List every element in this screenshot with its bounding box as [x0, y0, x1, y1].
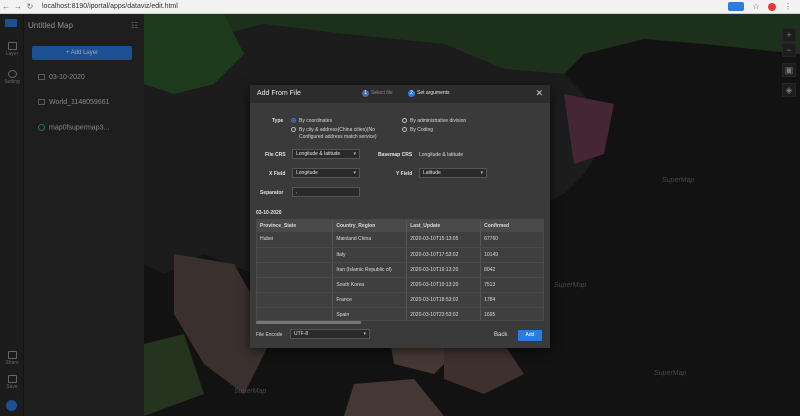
extension-icon[interactable] — [728, 2, 744, 11]
table-cell — [257, 277, 334, 293]
file-encode-label: File Encode — [256, 332, 283, 338]
add-button[interactable]: Add — [518, 330, 542, 341]
table-cell: 2020-03-10T23:53:02 — [406, 307, 482, 320]
step-set-arguments: 2 Set arguments — [408, 90, 450, 97]
horizontal-scrollbar[interactable] — [256, 321, 361, 324]
table-cell: 7513 — [480, 277, 543, 293]
table-row: France 2020-03-10T18:53:02 1784 — [257, 292, 543, 308]
dialog-header: Add From File 1 Select file 2 Set argument… — [250, 85, 550, 103]
star-icon[interactable]: ☆ — [750, 2, 762, 11]
reload-icon[interactable]: ↻ — [24, 2, 36, 11]
table-cell: Hubei — [257, 232, 334, 248]
menu-dots-icon[interactable]: ⋮ — [782, 2, 794, 11]
column-header: Province_State — [257, 220, 334, 232]
file-encode-select[interactable]: UTF-8 ▾ — [290, 329, 370, 339]
column-header: Confirmed — [480, 220, 543, 232]
radio-by-city-address-label: By city & address(China cities)(No — [299, 127, 375, 133]
add-from-file-dialog: Add From File 1 Select file 2 Set argument… — [250, 85, 550, 348]
file-crs-select[interactable]: Longitude & latitude ▾ — [292, 149, 360, 159]
table-row: Iran (Islamic Republic of) 2020-03-10T19… — [257, 262, 543, 278]
radio-by-coordinates[interactable] — [291, 118, 296, 123]
user-avatar-icon[interactable] — [768, 2, 776, 11]
dialog-title: Add From File — [257, 90, 301, 97]
separator-input[interactable]: , — [292, 187, 360, 197]
browser-toolbar: ← → ↻ localhost:8190/iportal/apps/datavi… — [0, 0, 800, 14]
separator-label: Separator — [260, 190, 284, 196]
column-header: Country_Region — [332, 220, 408, 232]
y-field-select[interactable]: Latitude ▾ — [419, 168, 487, 178]
table-cell: 2020-03-10T19:13:20 — [406, 277, 482, 293]
x-field-label: X Field — [269, 171, 286, 177]
step-select-file: 1 Select file — [362, 90, 393, 97]
table-cell — [257, 247, 334, 263]
file-name-label: 03-10-2020 — [256, 210, 282, 216]
chevron-down-icon: ▾ — [353, 170, 356, 176]
basemap-crs-label: Basemap CRS — [378, 152, 413, 158]
table-cell — [257, 262, 334, 278]
radio-by-coding[interactable] — [402, 127, 407, 132]
close-icon[interactable]: ✕ — [535, 88, 543, 99]
file-crs-label: File CRS — [265, 152, 286, 158]
column-header: Last_Update — [406, 220, 482, 232]
table-cell: 10149 — [480, 247, 543, 263]
back-arrow-icon[interactable]: ← — [0, 2, 12, 11]
table-row: Hubei Mainland China 2020-03-10T15:13:05… — [257, 232, 543, 248]
chevron-down-icon: ▾ — [363, 331, 366, 337]
x-field-select[interactable]: Longitude ▾ — [292, 168, 360, 178]
table-cell: 2020-03-10T15:13:05 — [406, 232, 482, 248]
table-cell — [257, 307, 334, 320]
table-header-row: Province_State Country_Region Last_Updat… — [257, 220, 543, 232]
basemap-crs-value: Longitude & latitude — [419, 152, 464, 158]
radio-by-admin-division-label: By administrative division — [410, 118, 467, 124]
y-field-label: Y Field — [396, 171, 413, 177]
table-row: Spain 2020-03-10T23:53:02 1695 — [257, 307, 543, 320]
chevron-down-icon: ▾ — [480, 170, 483, 176]
table-row: Italy 2020-03-10T17:53:02 10149 — [257, 247, 543, 263]
table-row: South Korea 2020-03-10T19:13:20 7513 — [257, 277, 543, 293]
table-cell: 8042 — [480, 262, 543, 278]
table-cell: 1695 — [480, 307, 543, 320]
radio-by-city-address-label-2: Configured address match service) — [299, 134, 377, 140]
table-cell: Italy — [332, 247, 408, 263]
table-cell: South Korea — [332, 277, 408, 293]
radio-by-city-address[interactable] — [291, 127, 296, 132]
table-cell: 2020-03-10T17:53:02 — [406, 247, 482, 263]
forward-arrow-icon[interactable]: → — [12, 2, 24, 11]
chevron-down-icon: ▾ — [353, 151, 356, 157]
table-cell: 67760 — [480, 232, 543, 248]
radio-by-coding-label: By Coding — [410, 127, 434, 133]
table-cell: Iran (Islamic Republic of) — [332, 262, 408, 278]
radio-by-coordinates-label: By coordinates — [299, 118, 333, 124]
table-cell: 1784 — [480, 292, 543, 308]
table-cell: 2020-03-10T18:53:02 — [406, 292, 482, 308]
back-button[interactable]: Back — [494, 332, 507, 338]
table-cell: 2020-03-10T19:13:20 — [406, 262, 482, 278]
address-bar[interactable]: localhost:8190/iportal/apps/dataviz/edit… — [42, 3, 178, 10]
preview-table: Province_State Country_Region Last_Updat… — [256, 219, 544, 321]
table-cell: Spain — [332, 307, 408, 320]
type-label: Type — [272, 118, 284, 124]
table-cell: Mainland China — [332, 232, 408, 248]
table-cell: France — [332, 292, 408, 308]
table-cell — [257, 292, 334, 308]
radio-by-admin-division[interactable] — [402, 118, 407, 123]
